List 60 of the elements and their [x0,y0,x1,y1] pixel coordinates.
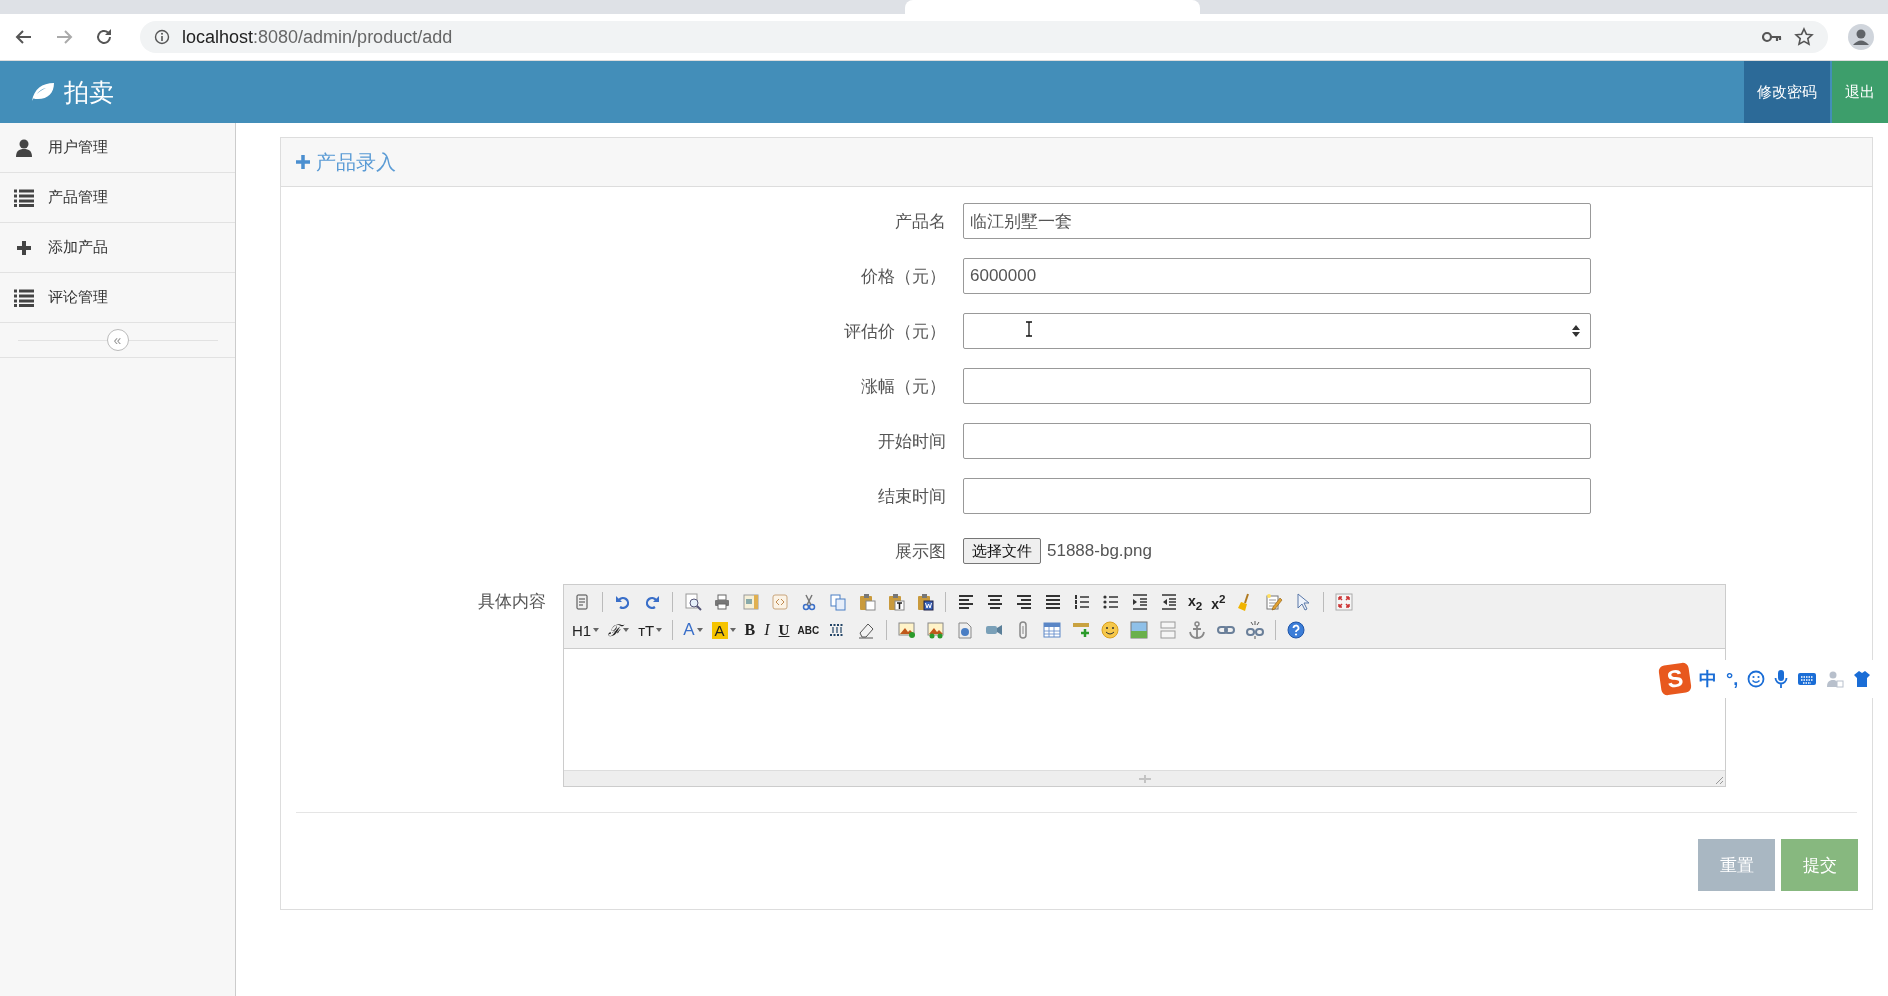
field-label: 涨幅（元） [860,375,946,398]
toolbar-button[interactable]: B [742,619,758,641]
app-title: 拍卖 [64,76,114,108]
toolbar-button[interactable]: x$_{2}$ [1186,591,1205,613]
sidebar-item[interactable]: 用户管理 [0,123,235,173]
field-label: 评估价（元） [843,320,946,343]
input-field[interactable] [963,478,1591,514]
info-icon [154,29,170,45]
smiley-icon[interactable] [1747,670,1766,688]
input-field[interactable]: 6000000 [963,258,1591,294]
input-field[interactable] [963,368,1591,404]
resize-corner-icon[interactable] [1715,776,1723,784]
input-field[interactable]: 临江别墅一套 [963,203,1591,239]
shirt-icon[interactable] [1853,670,1872,688]
toolbar-button[interactable]: A [709,619,738,641]
profile-avatar-icon[interactable] [1848,24,1874,50]
field-label: 产品名 [894,210,946,233]
toolbar-button[interactable]: I [762,619,772,641]
sidebar-item[interactable]: 添加产品 [0,223,235,273]
list-icon [14,288,34,307]
toolbar-button[interactable]: ABC [796,619,821,641]
field-label: 开始时间 [877,430,946,453]
text-cursor-icon [1025,321,1033,337]
list-icon [14,188,34,207]
choose-file-button[interactable]: 选择文件 [963,538,1041,564]
caret-icon [623,628,630,632]
toolbar-button[interactable]: U [776,619,792,641]
header-button[interactable]: 修改密码 [1744,61,1830,123]
star-icon[interactable] [1794,27,1814,47]
microphone-icon[interactable] [1774,669,1789,689]
plus-icon [295,154,311,170]
toolbar-button[interactable]: x$^{2}$ [1209,591,1228,613]
input-method-logo: S [1658,662,1692,696]
number-field[interactable] [963,313,1591,349]
field-label: 价格（元） [860,265,946,288]
spinner-icon[interactable] [1571,323,1581,339]
panel-title: 产品录入 [316,149,396,175]
toolbar-button[interactable]: ℱ [606,619,632,641]
keyboard-icon[interactable] [1797,671,1818,687]
toolbar-button[interactable]: H1 [570,619,602,641]
field-label: 展示图 [894,540,946,563]
resize-handle-icon[interactable] [1136,774,1153,783]
field-label: 结束时间 [877,485,946,508]
leaf-icon [30,81,56,103]
file-name: 51888-bg.png [1047,541,1152,561]
sidebar-item[interactable]: 产品管理 [0,173,235,223]
toolbar-button[interactable]: тT [636,619,665,641]
caret-icon [593,628,600,632]
field-label: 具体内容 [477,591,546,613]
language-toggle[interactable]: 中 [1699,667,1717,691]
reload-icon[interactable] [94,27,114,47]
punctuation-toggle[interactable]: °, [1726,668,1739,690]
input-field[interactable] [963,423,1591,459]
toolbar-button[interactable]: A [681,619,705,641]
key-icon[interactable] [1762,30,1782,44]
address-bar[interactable]: localhost:8080/admin/product/add [140,21,1828,53]
caret-icon [729,628,736,632]
caret-icon [656,628,663,632]
user-icon [14,137,34,158]
caret-icon [696,628,703,632]
